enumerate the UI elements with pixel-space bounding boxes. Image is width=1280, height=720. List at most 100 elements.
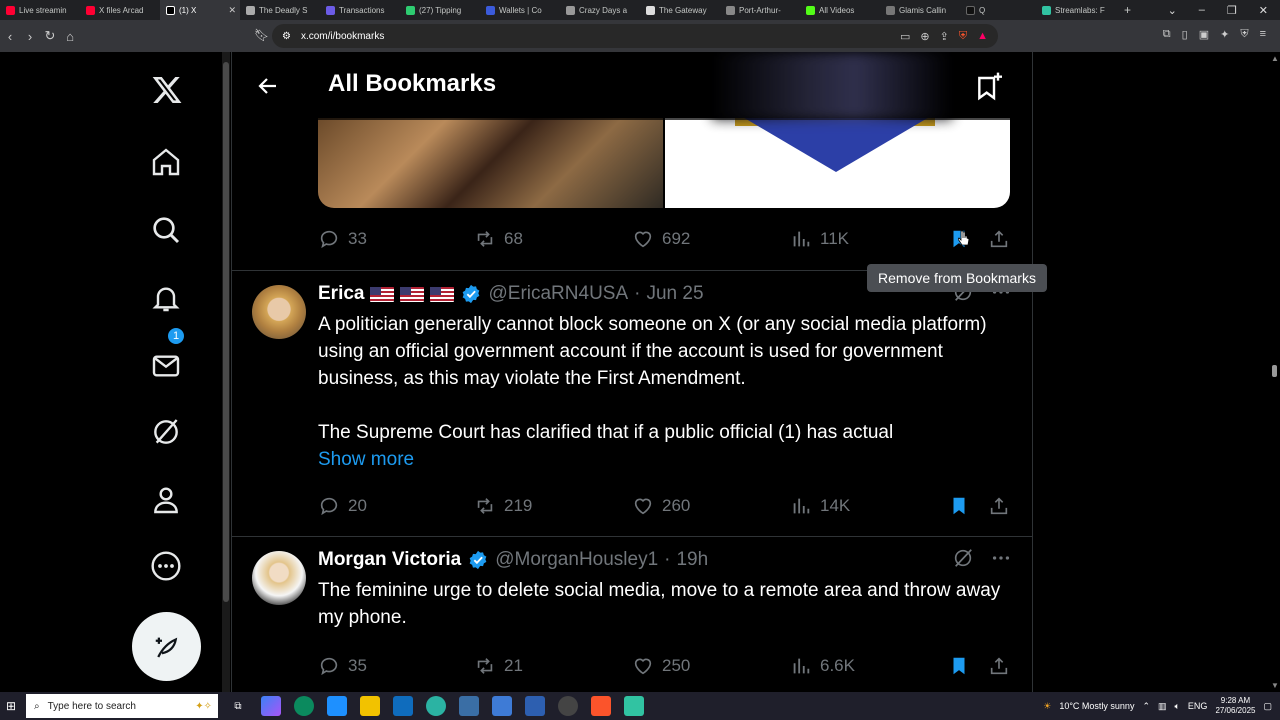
- share-button[interactable]: [988, 651, 1010, 681]
- author-handle[interactable]: @MorganHousley1: [495, 549, 658, 571]
- post-media[interactable]: [318, 118, 1010, 208]
- back-button[interactable]: [252, 70, 284, 102]
- repost-button[interactable]: 219: [474, 491, 532, 521]
- media-image[interactable]: [665, 118, 1010, 208]
- browser-tab[interactable]: The Deadly S: [240, 0, 320, 20]
- messages-nav-icon[interactable]: [148, 348, 184, 384]
- browser-tab[interactable]: The Gateway: [640, 0, 720, 20]
- scroll-down-icon[interactable]: ▼: [1271, 681, 1279, 690]
- profile-nav-icon[interactable]: [148, 482, 184, 518]
- extensions-icon[interactable]: ⧉: [1163, 28, 1171, 41]
- views-button[interactable]: 14K: [790, 491, 850, 521]
- views-button[interactable]: 6.6K: [790, 651, 855, 681]
- browser-tab[interactable]: Live streamin: [0, 0, 80, 20]
- network-icon[interactable]: ▥: [1158, 701, 1167, 712]
- reply-button[interactable]: 35: [318, 651, 367, 681]
- browser-tab[interactable]: (27) Tipping: [400, 0, 480, 20]
- notification-center-icon[interactable]: ▢: [1263, 701, 1272, 712]
- home-nav-icon[interactable]: [148, 144, 184, 180]
- grok-icon[interactable]: [952, 547, 974, 569]
- bookmark-page-icon[interactable]: 🔖︎: [254, 28, 269, 42]
- avatar[interactable]: [252, 551, 306, 605]
- post-time[interactable]: 19h: [676, 549, 708, 571]
- windows-start-icon[interactable]: ⊞: [0, 699, 22, 713]
- browser-tab[interactable]: Glamis Callin: [880, 0, 960, 20]
- repost-button[interactable]: 68: [474, 224, 523, 254]
- compose-post-button[interactable]: [132, 612, 201, 681]
- browser-tab[interactable]: Wallets | Co: [480, 0, 560, 20]
- page-scrollbar[interactable]: [222, 52, 230, 692]
- share-button[interactable]: [988, 491, 1010, 521]
- language-indicator[interactable]: ENG: [1188, 701, 1208, 711]
- volume-icon[interactable]: 🔈︎: [1175, 701, 1180, 712]
- app-icon[interactable]: [558, 696, 578, 716]
- weather-text[interactable]: 10°C Mostly sunny: [1059, 701, 1134, 711]
- more-nav-icon[interactable]: [148, 548, 184, 584]
- app-icon[interactable]: [492, 696, 512, 716]
- wallet-icon[interactable]: ▣: [1199, 28, 1209, 41]
- browser-tab[interactable]: X files Arcad: [80, 0, 160, 20]
- clock[interactable]: 9:28 AM 27/06/2025: [1215, 696, 1255, 716]
- scrollbar-thumb[interactable]: [1272, 365, 1277, 377]
- browser-tab[interactable]: All Videos: [800, 0, 880, 20]
- tab-search-icon[interactable]: ⌄: [1168, 4, 1177, 17]
- browser-tab[interactable]: Crazy Days a: [560, 0, 640, 20]
- author-handle[interactable]: @EricaRN4USA: [488, 283, 628, 305]
- menu-icon[interactable]: ≡: [1260, 28, 1266, 41]
- search-nav-icon[interactable]: [148, 212, 184, 248]
- x-logo-icon[interactable]: [147, 70, 187, 110]
- cast-icon[interactable]: ▭: [900, 30, 910, 43]
- like-button[interactable]: 250: [632, 651, 690, 681]
- url-text[interactable]: x.com/i/bookmarks: [301, 31, 384, 42]
- file-explorer-icon[interactable]: [360, 696, 380, 716]
- task-view-icon[interactable]: ⧉: [228, 696, 248, 716]
- taskbar-search[interactable]: ⌕ Type here to search ✦✧: [26, 694, 218, 718]
- author-name[interactable]: Erica: [318, 283, 364, 305]
- reply-button[interactable]: 20: [318, 491, 367, 521]
- share-icon[interactable]: ⇪: [940, 30, 949, 43]
- share-button[interactable]: [988, 224, 1010, 254]
- brave-icon[interactable]: [591, 696, 611, 716]
- browser-tab[interactable]: Port-Arthur-: [720, 0, 800, 20]
- post[interactable]: Erica @EricaRN4USA · Jun 25 A politician…: [232, 270, 1032, 536]
- grok-nav-icon[interactable]: [148, 414, 184, 450]
- copilot-icon[interactable]: [261, 696, 281, 716]
- post-time[interactable]: Jun 25: [646, 283, 703, 305]
- sidebar-icon[interactable]: ▯: [1182, 28, 1188, 41]
- browser-tab[interactable]: Streamlabs: F: [1036, 0, 1116, 20]
- home-icon[interactable]: ⌂: [60, 29, 80, 44]
- brave-rewards-icon[interactable]: ▲: [977, 30, 988, 43]
- tray-overflow-icon[interactable]: ⌃: [1142, 701, 1150, 712]
- streamlabs-icon[interactable]: [624, 696, 644, 716]
- browser-scrollbar[interactable]: ▲ ▼: [1268, 52, 1280, 692]
- leo-icon[interactable]: ✦: [1220, 28, 1229, 41]
- scrollbar-thumb[interactable]: [223, 62, 229, 602]
- browser-tab[interactable]: Q: [960, 0, 1036, 20]
- bookmark-button[interactable]: [948, 491, 970, 521]
- back-nav-icon[interactable]: ‹: [0, 29, 20, 44]
- store-icon[interactable]: [327, 696, 347, 716]
- views-button[interactable]: 11K: [790, 224, 849, 254]
- reload-icon[interactable]: ↻: [40, 28, 60, 44]
- author-name[interactable]: Morgan Victoria: [318, 549, 461, 571]
- zoom-icon[interactable]: ⊕: [920, 30, 929, 43]
- taskbar-search-placeholder[interactable]: Type here to search: [48, 701, 136, 712]
- new-bookmark-folder-button[interactable]: [970, 66, 1010, 106]
- vpn-icon[interactable]: ⛨: [1240, 28, 1248, 41]
- scroll-up-icon[interactable]: ▲: [1271, 54, 1279, 63]
- address-bar[interactable]: ⚙ x.com/i/bookmarks ▭ ⊕ ⇪ ⛨ ▲: [272, 24, 998, 48]
- more-options-icon[interactable]: [990, 547, 1012, 569]
- forward-nav-icon[interactable]: ›: [20, 29, 40, 44]
- show-more-link[interactable]: Show more: [318, 449, 414, 470]
- close-window-icon[interactable]: ✕: [1259, 4, 1268, 17]
- minimize-icon[interactable]: –: [1199, 4, 1205, 17]
- restore-icon[interactable]: ❐: [1227, 4, 1237, 17]
- post[interactable]: Morgan Victoria @MorganHousley1 · 19h Th…: [232, 536, 1032, 692]
- avatar[interactable]: [252, 285, 306, 339]
- app-icon[interactable]: [426, 696, 446, 716]
- site-info-icon[interactable]: ⚙: [282, 31, 291, 42]
- close-tab-icon[interactable]: ✕: [228, 5, 236, 16]
- like-button[interactable]: 260: [632, 491, 690, 521]
- notifications-nav-icon[interactable]: [148, 280, 184, 316]
- like-button[interactable]: 692: [632, 224, 690, 254]
